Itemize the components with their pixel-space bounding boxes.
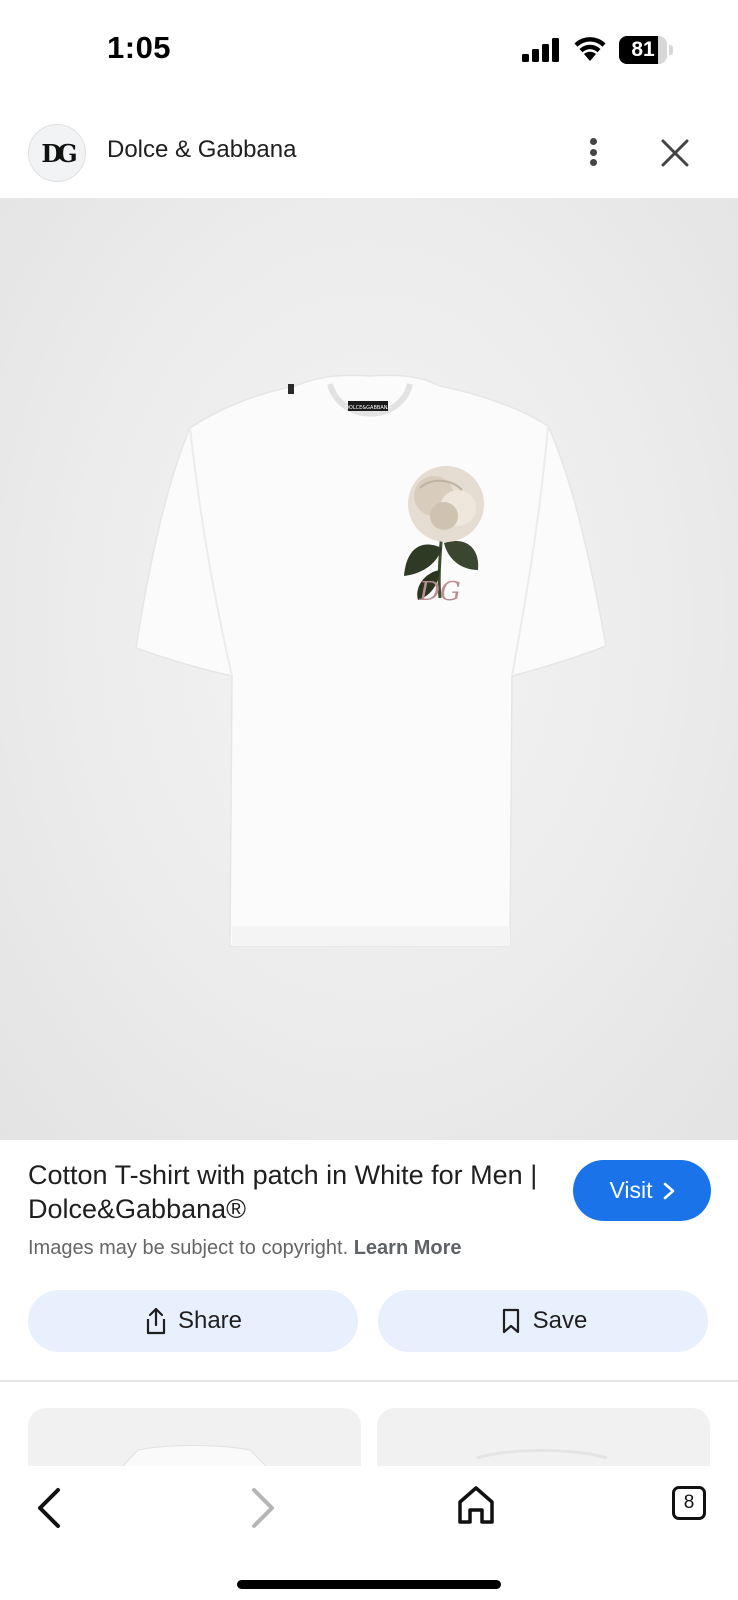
wifi-icon — [574, 37, 606, 61]
home-icon[interactable] — [456, 1484, 496, 1526]
battery-indicator: 81 — [619, 36, 673, 64]
copyright-text: Images may be subject to copyright. — [28, 1237, 349, 1259]
divider — [0, 1380, 738, 1382]
copyright-notice: Images may be subject to copyright. Lear… — [28, 1237, 462, 1260]
save-button[interactable]: Save — [378, 1290, 708, 1352]
back-icon[interactable] — [34, 1486, 64, 1530]
chevron-right-icon — [663, 1182, 674, 1199]
source-header: DG Dolce & Gabbana — [0, 112, 738, 196]
home-indicator[interactable] — [237, 1580, 501, 1589]
bookmark-icon — [502, 1308, 519, 1334]
patch-monogram: DG — [418, 577, 461, 607]
product-title[interactable]: Cotton T-shirt with patch in White for M… — [28, 1158, 538, 1226]
status-bar: 1:05 81 — [0, 0, 738, 100]
forward-icon[interactable] — [248, 1486, 278, 1530]
label-tag: DOLCE&GABBANA — [345, 405, 391, 411]
share-icon — [146, 1307, 166, 1335]
signal-icon — [522, 38, 559, 62]
close-icon[interactable] — [659, 137, 691, 169]
bottom-navigation: 8 — [0, 1466, 738, 1600]
tabs-icon[interactable]: 8 — [672, 1486, 706, 1520]
status-time: 1:05 — [107, 30, 172, 65]
share-button[interactable]: Share — [28, 1290, 358, 1352]
visit-label: Visit — [609, 1177, 653, 1203]
tshirt-image: DOLCE&GABBANA DG — [135, 374, 607, 947]
brand-logo[interactable]: DG — [28, 124, 86, 182]
learn-more-link[interactable]: Learn More — [354, 1237, 462, 1259]
brand-name[interactable]: Dolce & Gabbana — [107, 136, 296, 164]
save-label: Save — [532, 1307, 588, 1334]
more-vert-icon[interactable] — [578, 132, 608, 172]
share-label: Share — [177, 1307, 243, 1334]
product-image[interactable]: DOLCE&GABBANA DG — [0, 198, 738, 1140]
visit-button[interactable]: Visit — [573, 1160, 711, 1221]
battery-percentage: 81 — [631, 38, 655, 61]
